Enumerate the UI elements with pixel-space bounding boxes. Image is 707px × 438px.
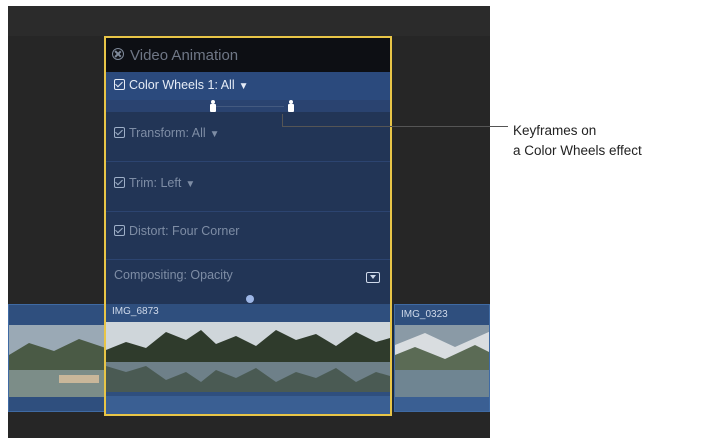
clip-left[interactable] <box>8 304 108 412</box>
clip-selected-thumbnail <box>106 322 390 392</box>
keyframe-track[interactable] <box>106 100 390 112</box>
callout-line-vertical <box>282 114 283 126</box>
editor-header: Video Animation <box>106 38 390 72</box>
checkbox-icon[interactable] <box>114 225 125 236</box>
clip-right-audio <box>395 397 489 411</box>
checkbox-icon[interactable] <box>114 177 125 188</box>
row-transform[interactable]: Transform: All ▼ <box>106 112 390 162</box>
callout-text: Keyframes on a Color Wheels effect <box>513 121 642 161</box>
clip-right-thumbnail <box>395 325 489 397</box>
keyframe-1[interactable] <box>210 100 216 112</box>
clip-selected[interactable]: IMG_6873 <box>106 304 390 414</box>
keyframe-2[interactable] <box>288 100 294 112</box>
checkbox-icon[interactable] <box>114 79 125 90</box>
clip-right[interactable]: IMG_0323 <box>394 304 490 412</box>
video-animation-editor[interactable]: Video Animation Color Wheels 1: All ▼ Tra… <box>104 36 392 416</box>
row-distort-label: Distort: Four Corner <box>114 224 239 238</box>
timeline-top-bar <box>8 6 490 36</box>
clip-right-name: IMG_0323 <box>401 309 448 320</box>
opacity-keyframe-dot[interactable] <box>246 295 254 303</box>
row-trim[interactable]: Trim: Left ▼ <box>106 162 390 212</box>
row-transform-label: Transform: All ▼ <box>114 126 220 140</box>
expand-icon[interactable] <box>366 272 380 283</box>
timeline-area: IMG_0323 Video Animation Color Wheels 1:… <box>8 6 490 438</box>
keyframe-segment <box>214 106 284 107</box>
row-compositing-label: Compositing: Opacity <box>114 268 233 282</box>
clip-selected-name: IMG_6873 <box>112 306 159 317</box>
editor-title: Video Animation <box>130 47 239 64</box>
callout-line-1: Keyframes on <box>513 123 597 138</box>
checkbox-icon[interactable] <box>114 127 125 138</box>
clip-selected-audio <box>106 396 390 414</box>
close-icon[interactable] <box>112 48 124 60</box>
row-trim-label: Trim: Left ▼ <box>114 176 195 190</box>
row-color-wheels-label: Color Wheels 1: All ▼ <box>114 78 249 92</box>
callout-line-2: a Color Wheels effect <box>513 143 642 158</box>
chevron-down-icon[interactable]: ▼ <box>185 179 195 190</box>
chevron-down-icon[interactable]: ▼ <box>210 129 220 140</box>
callout-line <box>282 126 508 127</box>
chevron-down-icon[interactable]: ▼ <box>239 81 249 92</box>
row-distort[interactable]: Distort: Four Corner <box>106 212 390 260</box>
clip-left-thumbnail <box>9 325 107 397</box>
